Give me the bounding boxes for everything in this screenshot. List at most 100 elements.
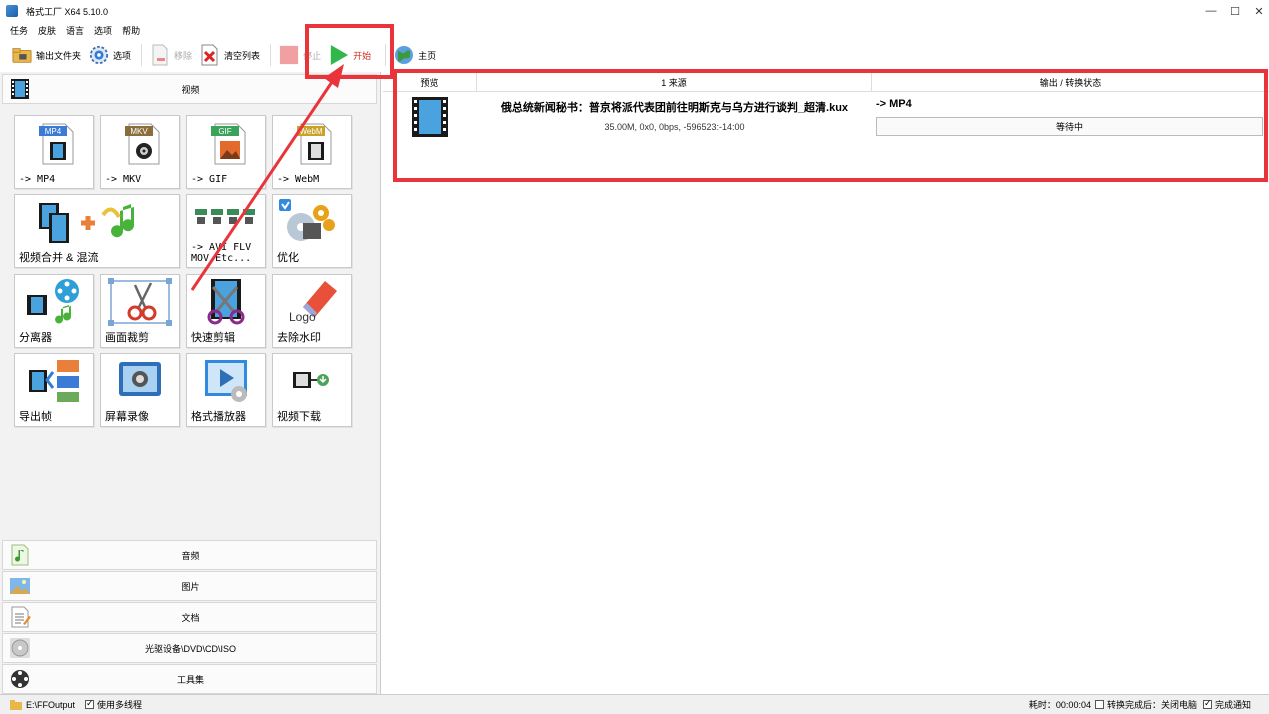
remove-button[interactable]: 移除	[146, 42, 196, 68]
tile-video-merge-label: 视频合并 & 混流	[19, 252, 99, 264]
preview-film-icon	[412, 97, 448, 137]
app-window: 格式工厂 X64 5.10.0 — ☐ ✕ 任务 皮肤 语言 选项 帮助 输出文…	[0, 0, 1269, 714]
tile-to-webm-label: -> WebM	[277, 174, 320, 185]
output-path[interactable]: E:\FFOutput	[26, 700, 75, 710]
output-folder-icon	[10, 699, 22, 710]
stop-button[interactable]: 停止	[275, 42, 325, 68]
tile-to-webm[interactable]: WebM -> WebM	[272, 115, 352, 189]
tile-to-mp4[interactable]: MP4 -> MP4	[14, 115, 94, 189]
category-disc[interactable]: 光驱设备\DVD\CD\ISO	[2, 633, 377, 663]
category-document[interactable]: 文档	[2, 602, 377, 632]
task-table-header: 预览 1 来源 输出 / 转换状态	[383, 72, 1269, 92]
tile-export-frames[interactable]: 导出帧	[14, 353, 94, 427]
tile-crop[interactable]: 画面裁剪	[100, 274, 180, 348]
tile-video-merge[interactable]: 视频合并 & 混流	[14, 194, 180, 268]
tile-crop-label: 画面裁剪	[105, 332, 149, 344]
tile-to-mkv[interactable]: MKV -> MKV	[100, 115, 180, 189]
shutdown-checkbox[interactable]	[1094, 700, 1104, 709]
remove-label: 移除	[174, 50, 193, 61]
merge-icon	[39, 203, 135, 243]
task-row[interactable]: 俄总统新闻秘书：普京将派代表团前往明斯克与乌方进行谈判_超清.kux 35.00…	[383, 92, 1269, 140]
tile-to-gif-label: -> GIF	[191, 174, 228, 185]
menu-options[interactable]: 选项	[94, 24, 112, 37]
window-title: 格式工厂 X64 5.10.0	[26, 6, 109, 17]
optimize-icon	[279, 199, 335, 241]
tile-format-player[interactable]: 格式播放器	[186, 353, 266, 427]
menu-help[interactable]: 帮助	[122, 24, 140, 37]
tile-to-gif[interactable]: GIF -> GIF	[186, 115, 266, 189]
tile-screen-record[interactable]: 屏幕录像	[100, 353, 180, 427]
splitter-icon	[27, 279, 79, 324]
notify-checkbox[interactable]	[1202, 698, 1212, 709]
tile-video-download-label: 视频下载	[277, 411, 321, 423]
category-document-label: 文档	[181, 612, 200, 623]
clear-list-button[interactable]: 清空列表	[196, 42, 264, 68]
tile-avi-flv-mov-label: -> AVI FLV MOV Etc...	[191, 242, 252, 264]
category-audio[interactable]: 音频	[2, 540, 377, 570]
column-preview[interactable]: 预览	[383, 72, 477, 92]
elapsed-time: 耗时：00:00:04	[1028, 700, 1091, 710]
tile-remove-watermark[interactable]: Logo 去除水印	[272, 274, 352, 348]
tile-video-download[interactable]: 视频下载	[272, 353, 352, 427]
close-button[interactable]: ✕	[1247, 0, 1269, 22]
category-video[interactable]: 视频	[2, 74, 377, 104]
gif-file-icon: GIF	[211, 123, 246, 165]
mkv-badge: MKV	[130, 127, 148, 136]
category-tools[interactable]: 工具集	[2, 664, 377, 694]
tile-remove-watermark-label: 去除水印	[277, 332, 321, 344]
clear-list-label: 清空列表	[224, 50, 261, 61]
tile-to-mkv-label: -> MKV	[105, 174, 142, 185]
video-tools-grid: MP4 -> MP4 MKV -> MKV GIF -> GIF WebM ->…	[14, 115, 354, 427]
status-bar: E:\FFOutput 使用多线程 耗时：00:00:04 转换完成后：关闭电脑…	[0, 694, 1269, 714]
multithread-label: 使用多线程	[97, 700, 143, 710]
source-info: 35.00M, 0x0, 0bps, -596523:-14:00	[604, 122, 745, 132]
tile-quick-clip[interactable]: 快速剪辑	[186, 274, 266, 348]
tile-export-frames-label: 导出帧	[19, 411, 52, 423]
source-filename: 俄总统新闻秘书：普京将派代表团前往明斯克与乌方进行谈判_超清.kux	[500, 102, 849, 114]
category-disc-label: 光驱设备\DVD\CD\ISO	[144, 643, 236, 654]
multithread-checkbox[interactable]	[85, 698, 95, 709]
clear-list-icon	[200, 44, 220, 66]
tile-avi-flv-mov[interactable]: -> AVI FLV MOV Etc...	[186, 194, 266, 268]
start-button[interactable]: 开始	[325, 42, 375, 68]
output-folder-button[interactable]: 输出文件夹	[8, 42, 85, 68]
column-source[interactable]: 1 来源	[477, 72, 872, 92]
start-label: 开始	[353, 50, 372, 61]
home-button[interactable]: 主页	[390, 42, 440, 68]
toolbar: 输出文件夹 选项 移除 清空列表 停止 开始 主页	[0, 40, 1269, 70]
tile-splitter[interactable]: 分离器	[14, 274, 94, 348]
stop-icon	[279, 45, 299, 65]
tile-optimize[interactable]: 优化	[272, 194, 352, 268]
app-icon	[6, 5, 18, 17]
webm-file-icon: WebM	[297, 123, 332, 165]
menu-task[interactable]: 任务	[10, 24, 28, 37]
tile-quick-clip-label: 快速剪辑	[191, 332, 235, 344]
notify-label: 完成通知	[1214, 700, 1251, 710]
multi-format-icon	[195, 209, 255, 224]
category-picture-label: 图片	[181, 581, 200, 592]
column-output-status[interactable]: 输出 / 转换状态	[872, 72, 1269, 92]
play-icon	[329, 45, 349, 65]
shutdown-label: 转换完成后：关闭电脑	[1106, 700, 1197, 710]
options-gear-icon	[89, 45, 109, 65]
toolbar-divider	[385, 44, 387, 66]
category-audio-label: 音频	[181, 550, 200, 561]
home-label: 主页	[418, 50, 437, 61]
remove-doc-icon	[150, 44, 170, 66]
toolbar-divider	[141, 44, 143, 66]
export-frames-icon	[29, 360, 79, 402]
gif-badge: GIF	[218, 127, 231, 136]
maximize-button[interactable]: ☐	[1223, 0, 1247, 22]
tile-splitter-label: 分离器	[19, 332, 52, 344]
player-icon	[205, 360, 247, 402]
screen-record-icon	[119, 362, 161, 396]
tile-format-player-label: 格式播放器	[191, 411, 246, 423]
output-format: -> MP4	[876, 98, 912, 110]
menu-language[interactable]: 语言	[66, 24, 84, 37]
mkv-file-icon: MKV	[125, 123, 160, 165]
options-button[interactable]: 选项	[85, 42, 135, 68]
menu-skin[interactable]: 皮肤	[38, 24, 56, 37]
minimize-button[interactable]: —	[1199, 0, 1223, 22]
category-picture[interactable]: 图片	[2, 571, 377, 601]
conversion-status: 等待中	[876, 117, 1263, 136]
